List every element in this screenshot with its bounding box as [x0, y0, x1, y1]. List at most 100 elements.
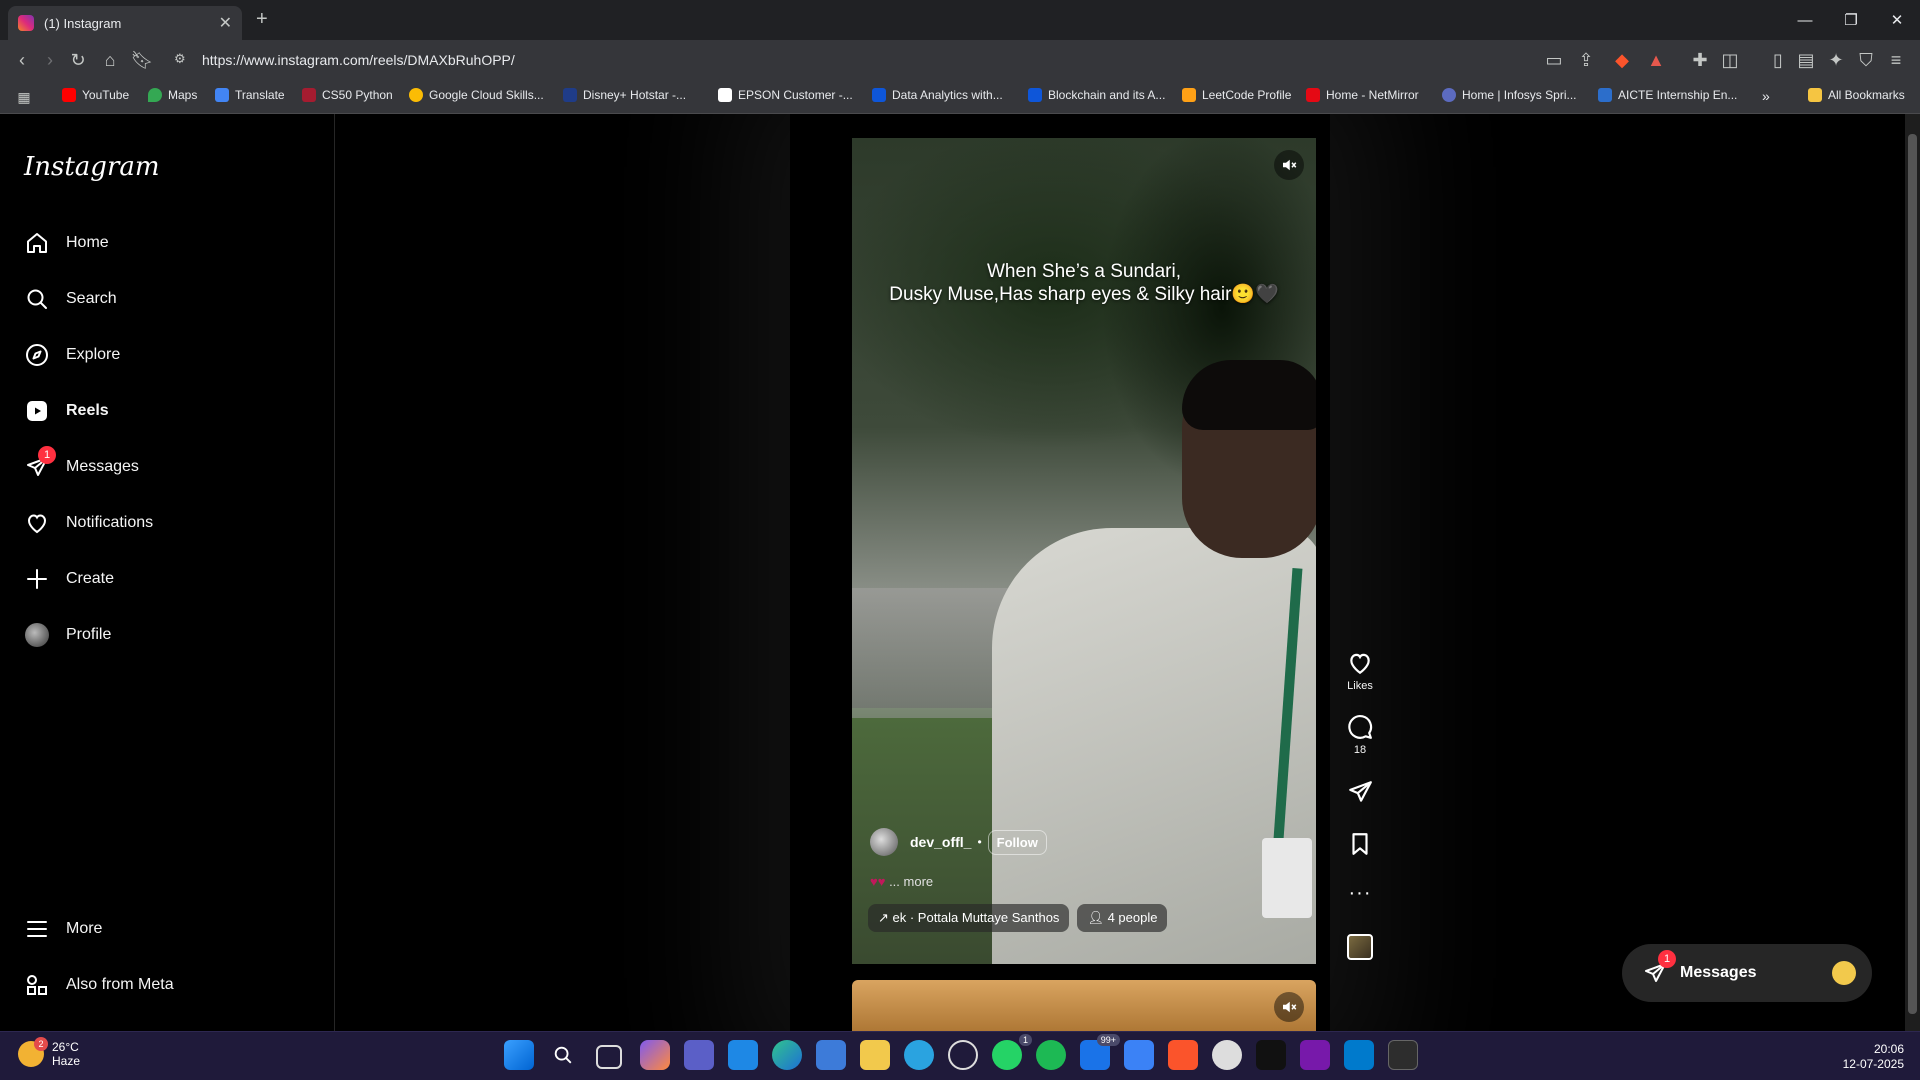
apps-grid-icon[interactable]: ▦ [14, 87, 34, 107]
nav-label: Search [66, 290, 117, 307]
people-chip[interactable]: 👤︎ 4 people [1077, 904, 1168, 932]
nav-reels[interactable]: Reels [24, 396, 109, 426]
nav-more[interactable]: More [24, 914, 102, 944]
wallet-icon[interactable]: ▤ [1796, 50, 1816, 70]
todo-icon[interactable] [1124, 1040, 1154, 1070]
system-clock[interactable]: 20:06 12-07-2025 [1843, 1042, 1904, 1072]
extensions-icon[interactable]: ✚ [1690, 50, 1710, 70]
all-bookmarks-folder[interactable]: All Bookmarks [1808, 88, 1905, 102]
nav-create[interactable]: Create [24, 564, 114, 594]
brave-shields-icon[interactable]: ◆ [1612, 50, 1632, 70]
minimize-icon[interactable]: — [1782, 0, 1828, 40]
bookmark-netmirror[interactable]: Home - NetMirror [1306, 88, 1419, 102]
bookmark-epson[interactable]: EPSON Customer -... [718, 88, 853, 102]
like-button[interactable]: Likes [1330, 650, 1390, 692]
bookmark-youtube[interactable]: YouTube [62, 88, 129, 102]
vscode-icon[interactable] [1344, 1040, 1374, 1070]
sidebar-toggle-icon[interactable]: ▯ [1768, 50, 1788, 70]
muted-icon[interactable] [1274, 992, 1304, 1022]
vpn-icon[interactable]: ⛉ [1856, 50, 1876, 70]
nav-also-from-meta[interactable]: Also from Meta [24, 970, 174, 1000]
widget-app-icon[interactable] [728, 1040, 758, 1070]
blockchain-icon [1028, 88, 1042, 102]
nav-home[interactable]: Home [24, 228, 109, 258]
bookmark-maps[interactable]: Maps [148, 88, 197, 102]
author-username[interactable]: dev_offl_ [910, 834, 971, 850]
muted-icon[interactable] [1274, 150, 1304, 180]
bookmark-aicte[interactable]: AICTE Internship En... [1598, 88, 1737, 102]
bookmark-leetcode[interactable]: LeetCode Profile [1182, 88, 1291, 102]
spotify-icon[interactable] [1036, 1040, 1066, 1070]
menu-icon[interactable]: ≡ [1886, 50, 1906, 70]
cast-icon[interactable]: ▭ [1544, 50, 1564, 70]
author-avatar[interactable] [870, 828, 898, 856]
clock-app-icon[interactable] [1212, 1040, 1242, 1070]
instagram-logo[interactable]: Instagram [24, 152, 160, 182]
bookmark-translate[interactable]: Translate [215, 88, 285, 102]
aicte-icon [1598, 88, 1612, 102]
edge-icon[interactable] [772, 1040, 802, 1070]
window-controls: — ❐ ✕ [1782, 0, 1920, 40]
teams-icon[interactable] [684, 1040, 714, 1070]
bookmark-blockchain[interactable]: Blockchain and its A... [1028, 88, 1165, 102]
address-bar[interactable]: ⚙ https://www.instagram.com/reels/DMAXbR… [168, 44, 1538, 76]
bookmark-this-icon[interactable]: 🔖︎ [131, 50, 154, 70]
adobe-icon[interactable] [1256, 1040, 1286, 1070]
page-scrollbar[interactable] [1905, 114, 1920, 1031]
taskbar-search-icon[interactable] [548, 1040, 578, 1070]
forward-icon[interactable]: › [40, 50, 60, 70]
hamburger-icon [24, 916, 50, 942]
follow-button[interactable]: Follow [987, 829, 1047, 855]
more-options-button[interactable]: ··· [1330, 882, 1390, 905]
nav-messages[interactable]: 1 Messages [24, 446, 139, 482]
restore-icon[interactable]: ❐ [1828, 0, 1874, 40]
back-icon[interactable]: ‹ [12, 50, 32, 70]
share-button[interactable] [1330, 779, 1390, 805]
media-player-icon[interactable] [948, 1040, 978, 1070]
reload-icon[interactable]: ↻ [68, 50, 88, 70]
nav-notifications[interactable]: Notifications [24, 508, 153, 538]
task-view-icon[interactable] [596, 1045, 622, 1069]
epson-icon [718, 88, 732, 102]
brave-rewards-icon[interactable]: ▲ [1646, 50, 1666, 70]
comment-button[interactable]: 18 [1330, 714, 1390, 756]
terminal-icon[interactable] [1388, 1040, 1418, 1070]
reel-video[interactable]: When She’s a Sundari, Dusky Muse,Has sha… [852, 138, 1316, 964]
brave-browser-icon[interactable] [1168, 1040, 1198, 1070]
mail-icon[interactable]: 99+ [1080, 1034, 1120, 1070]
bookmark-cs50[interactable]: CS50 Python [302, 88, 393, 102]
leo-ai-icon[interactable]: ✦ [1826, 50, 1846, 70]
whatsapp-icon[interactable]: 1 [992, 1034, 1032, 1070]
copilot-icon[interactable] [640, 1040, 670, 1070]
bookmark-data-analytics[interactable]: Data Analytics with... [872, 88, 1003, 102]
weather-widget[interactable]: 2 26°C Haze [18, 1037, 80, 1068]
messages-floating-button[interactable]: 1 Messages [1622, 944, 1872, 1002]
bookmark-google-cloud[interactable]: Google Cloud Skills... [409, 88, 544, 102]
bookmark-hotstar[interactable]: Disney+ Hotstar -... [563, 88, 686, 102]
nav-explore[interactable]: Explore [24, 340, 120, 370]
new-tab-icon[interactable]: + [256, 8, 268, 31]
caption-more[interactable]: ... more [889, 874, 933, 889]
site-info-icon[interactable]: ⚙ [174, 51, 186, 67]
nav-profile[interactable]: Profile [24, 620, 111, 650]
onenote-icon[interactable] [1300, 1040, 1330, 1070]
home-button-icon[interactable]: ⌂ [100, 50, 120, 70]
close-tab-icon[interactable]: ✕ [219, 13, 232, 33]
save-button[interactable] [1330, 831, 1390, 857]
telegram-icon[interactable] [904, 1040, 934, 1070]
audio-chip[interactable]: ↗ ek · Pottala Muttaye Santhos [868, 904, 1070, 932]
file-explorer-icon[interactable] [860, 1040, 890, 1070]
more-bookmarks-icon[interactable]: » [1762, 88, 1770, 104]
scrollbar-thumb[interactable] [1908, 134, 1917, 1014]
nav-search[interactable]: Search [24, 284, 117, 314]
caption[interactable]: ♥︎♥︎ ... more [870, 874, 933, 889]
bookmark-infosys[interactable]: Home | Infosys Spri... [1442, 88, 1577, 102]
close-window-icon[interactable]: ✕ [1874, 0, 1920, 40]
browser-tab-instagram[interactable]: (1) Instagram ✕ [8, 6, 242, 40]
windows-start-icon[interactable] [504, 1040, 534, 1070]
audio-thumbnail[interactable] [1330, 934, 1390, 960]
screenshot-icon[interactable]: ◫ [1720, 50, 1740, 70]
store-icon[interactable] [816, 1040, 846, 1070]
share-icon[interactable]: ⇪ [1576, 50, 1596, 70]
next-reel-preview[interactable] [852, 980, 1316, 1031]
